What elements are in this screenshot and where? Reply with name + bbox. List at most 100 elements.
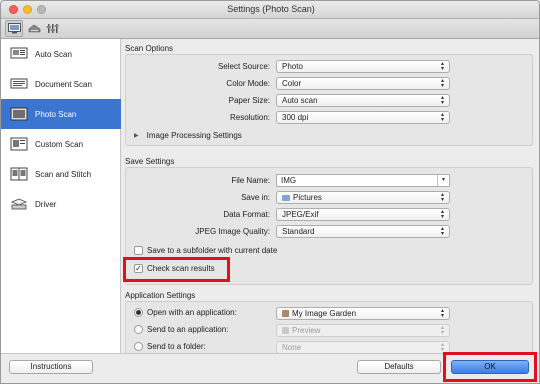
- auto-scan-icon: [9, 46, 29, 62]
- general-settings-tab[interactable]: [43, 20, 61, 37]
- send-to-folder-label: Send to a folder:: [147, 342, 206, 351]
- file-name-label: File Name:: [231, 176, 270, 185]
- save-in-value: Pictures: [293, 193, 322, 202]
- scan-from-panel-tab[interactable]: [25, 20, 43, 37]
- jpeg-quality-label: JPEG Image Quality:: [195, 227, 270, 236]
- open-with-radio[interactable]: [134, 308, 143, 317]
- sidebar: Auto Scan Document Scan Photo Scan Custo…: [1, 39, 121, 353]
- paper-size-row: Paper Size: Auto scan ▴ ▾: [126, 94, 532, 108]
- select-source-label: Select Source:: [217, 62, 270, 71]
- stepper-arrows-icon: ▴ ▾: [440, 78, 444, 89]
- sidebar-item-scan-and-stitch[interactable]: Scan and Stitch: [1, 159, 121, 189]
- highlight-ok-button: [443, 352, 537, 382]
- data-format-label: Data Format:: [223, 210, 270, 219]
- image-processing-label: Image Processing Settings: [146, 131, 242, 140]
- sidebar-item-document-scan[interactable]: Document Scan: [1, 69, 121, 99]
- color-mode-row: Color Mode: Color ▴ ▾: [126, 77, 532, 91]
- sidebar-item-label: Document Scan: [35, 79, 92, 89]
- paper-size-label: Paper Size:: [228, 96, 270, 105]
- instructions-button[interactable]: Instructions: [9, 360, 93, 374]
- stepper-arrows-icon: ▴ ▾: [440, 308, 444, 319]
- sidebar-item-auto-scan[interactable]: Auto Scan: [1, 39, 121, 69]
- sidebar-item-photo-scan[interactable]: Photo Scan: [1, 99, 121, 129]
- preview-app-icon: [282, 327, 289, 335]
- scan-and-stitch-icon: [9, 166, 29, 182]
- window-title: Settings (Photo Scan): [227, 4, 315, 14]
- select-source-row: Select Source: Photo ▴ ▾: [126, 60, 532, 74]
- send-to-app-option[interactable]: Send to an application:: [134, 325, 228, 334]
- stepper-arrows-icon: ▴ ▾: [440, 112, 444, 123]
- application-settings-panel: Open with an application: My Image Garde…: [125, 301, 533, 353]
- open-with-label: Open with an application:: [147, 308, 237, 317]
- file-name-value: IMG: [281, 176, 297, 185]
- send-to-folder-dropdown[interactable]: None ▴ ▾: [276, 341, 450, 353]
- scan-from-computer-tab[interactable]: [5, 20, 23, 37]
- disclosure-triangle-icon: ▶: [134, 133, 139, 139]
- paper-size-value: Auto scan: [282, 96, 318, 105]
- my-image-garden-icon: [282, 310, 289, 318]
- jpeg-quality-row: JPEG Image Quality: Standard ▴ ▾: [126, 225, 532, 239]
- scan-from-computer-icon: [7, 23, 21, 34]
- send-to-app-value: Preview: [292, 326, 321, 335]
- save-subfolder-checkbox[interactable]: [134, 246, 143, 255]
- combo-arrow-icon[interactable]: ▾: [437, 175, 449, 186]
- data-format-dropdown[interactable]: JPEG/Exif ▴ ▾: [276, 208, 450, 221]
- stepper-arrows-icon: ▴ ▾: [440, 61, 444, 72]
- document-scan-icon: [9, 76, 29, 92]
- send-to-app-label: Send to an application:: [147, 325, 229, 334]
- send-to-folder-option[interactable]: Send to a folder:: [134, 342, 206, 351]
- sidebar-item-label: Custom Scan: [35, 139, 84, 149]
- stepper-arrows-icon: ▴ ▾: [440, 209, 444, 220]
- radio-dot: [136, 310, 141, 315]
- send-to-folder-value: None: [282, 343, 302, 352]
- stepper-arrows-icon: ▴ ▾: [440, 325, 444, 336]
- scan-options-panel: Select Source: Photo ▴ ▾ Color Mode: Color…: [125, 54, 533, 146]
- select-source-dropdown[interactable]: Photo ▴ ▾: [276, 60, 450, 73]
- title-bar: Settings (Photo Scan): [1, 1, 539, 19]
- save-in-row: Save in: Pictures ▴ ▾: [126, 191, 532, 205]
- stepper-arrows-icon: ▴ ▾: [440, 95, 444, 106]
- send-to-app-dropdown[interactable]: Preview ▴ ▾: [276, 324, 450, 337]
- sidebar-item-label: Photo Scan: [35, 109, 77, 119]
- driver-icon: [9, 196, 29, 212]
- resolution-value: 300 dpi: [282, 113, 309, 122]
- sidebar-item-label: Scan and Stitch: [35, 169, 92, 179]
- data-format-value: JPEG/Exif: [282, 210, 319, 219]
- scan-options-heading: Scan Options: [125, 44, 174, 53]
- defaults-button[interactable]: Defaults: [357, 360, 441, 374]
- save-in-label: Save in:: [241, 193, 270, 202]
- open-with-row: Open with an application: My Image Garde…: [126, 307, 532, 321]
- send-to-app-radio[interactable]: [134, 325, 143, 334]
- save-subfolder-option[interactable]: Save to a subfolder with current date: [134, 246, 277, 255]
- settings-window: Settings (Photo Scan) Auto Scan Document…: [0, 0, 540, 384]
- send-to-folder-radio[interactable]: [134, 342, 143, 351]
- save-subfolder-label: Save to a subfolder with current date: [147, 246, 278, 255]
- sidebar-item-driver[interactable]: Driver: [1, 189, 121, 219]
- open-with-value: My Image Garden: [292, 309, 357, 318]
- custom-scan-icon: [9, 136, 29, 152]
- folder-icon: [282, 194, 290, 201]
- color-mode-value: Color: [282, 79, 302, 88]
- select-source-value: Photo: [282, 62, 303, 71]
- sidebar-item-custom-scan[interactable]: Custom Scan: [1, 129, 121, 159]
- color-mode-dropdown[interactable]: Color ▴ ▾: [276, 77, 450, 90]
- main-content: Scan Options Select Source: Photo ▴ ▾ Colo…: [121, 39, 539, 353]
- image-processing-disclosure[interactable]: ▶ Image Processing Settings: [134, 131, 242, 140]
- jpeg-quality-value: Standard: [282, 227, 315, 236]
- save-in-dropdown[interactable]: Pictures ▴ ▾: [276, 191, 450, 204]
- open-with-dropdown[interactable]: My Image Garden ▴ ▾: [276, 307, 450, 320]
- resolution-dropdown[interactable]: 300 dpi ▴ ▾: [276, 111, 450, 124]
- jpeg-quality-dropdown[interactable]: Standard ▴ ▾: [276, 225, 450, 238]
- highlight-check-scan-results: [123, 257, 230, 282]
- file-name-row: File Name: IMG ▾: [126, 174, 532, 188]
- scan-from-panel-icon: [28, 24, 40, 33]
- sidebar-item-label: Auto Scan: [35, 49, 72, 59]
- photo-scan-icon: [9, 106, 29, 122]
- bottom-bar: Instructions Defaults OK: [1, 352, 539, 383]
- paper-size-dropdown[interactable]: Auto scan ▴ ▾: [276, 94, 450, 107]
- stepper-arrows-icon: ▴ ▾: [440, 226, 444, 237]
- send-to-app-row: Send to an application: Preview ▴ ▾: [126, 324, 532, 338]
- save-settings-heading: Save Settings: [125, 157, 175, 166]
- file-name-field[interactable]: IMG ▾: [276, 174, 450, 187]
- open-with-option[interactable]: Open with an application:: [134, 308, 237, 317]
